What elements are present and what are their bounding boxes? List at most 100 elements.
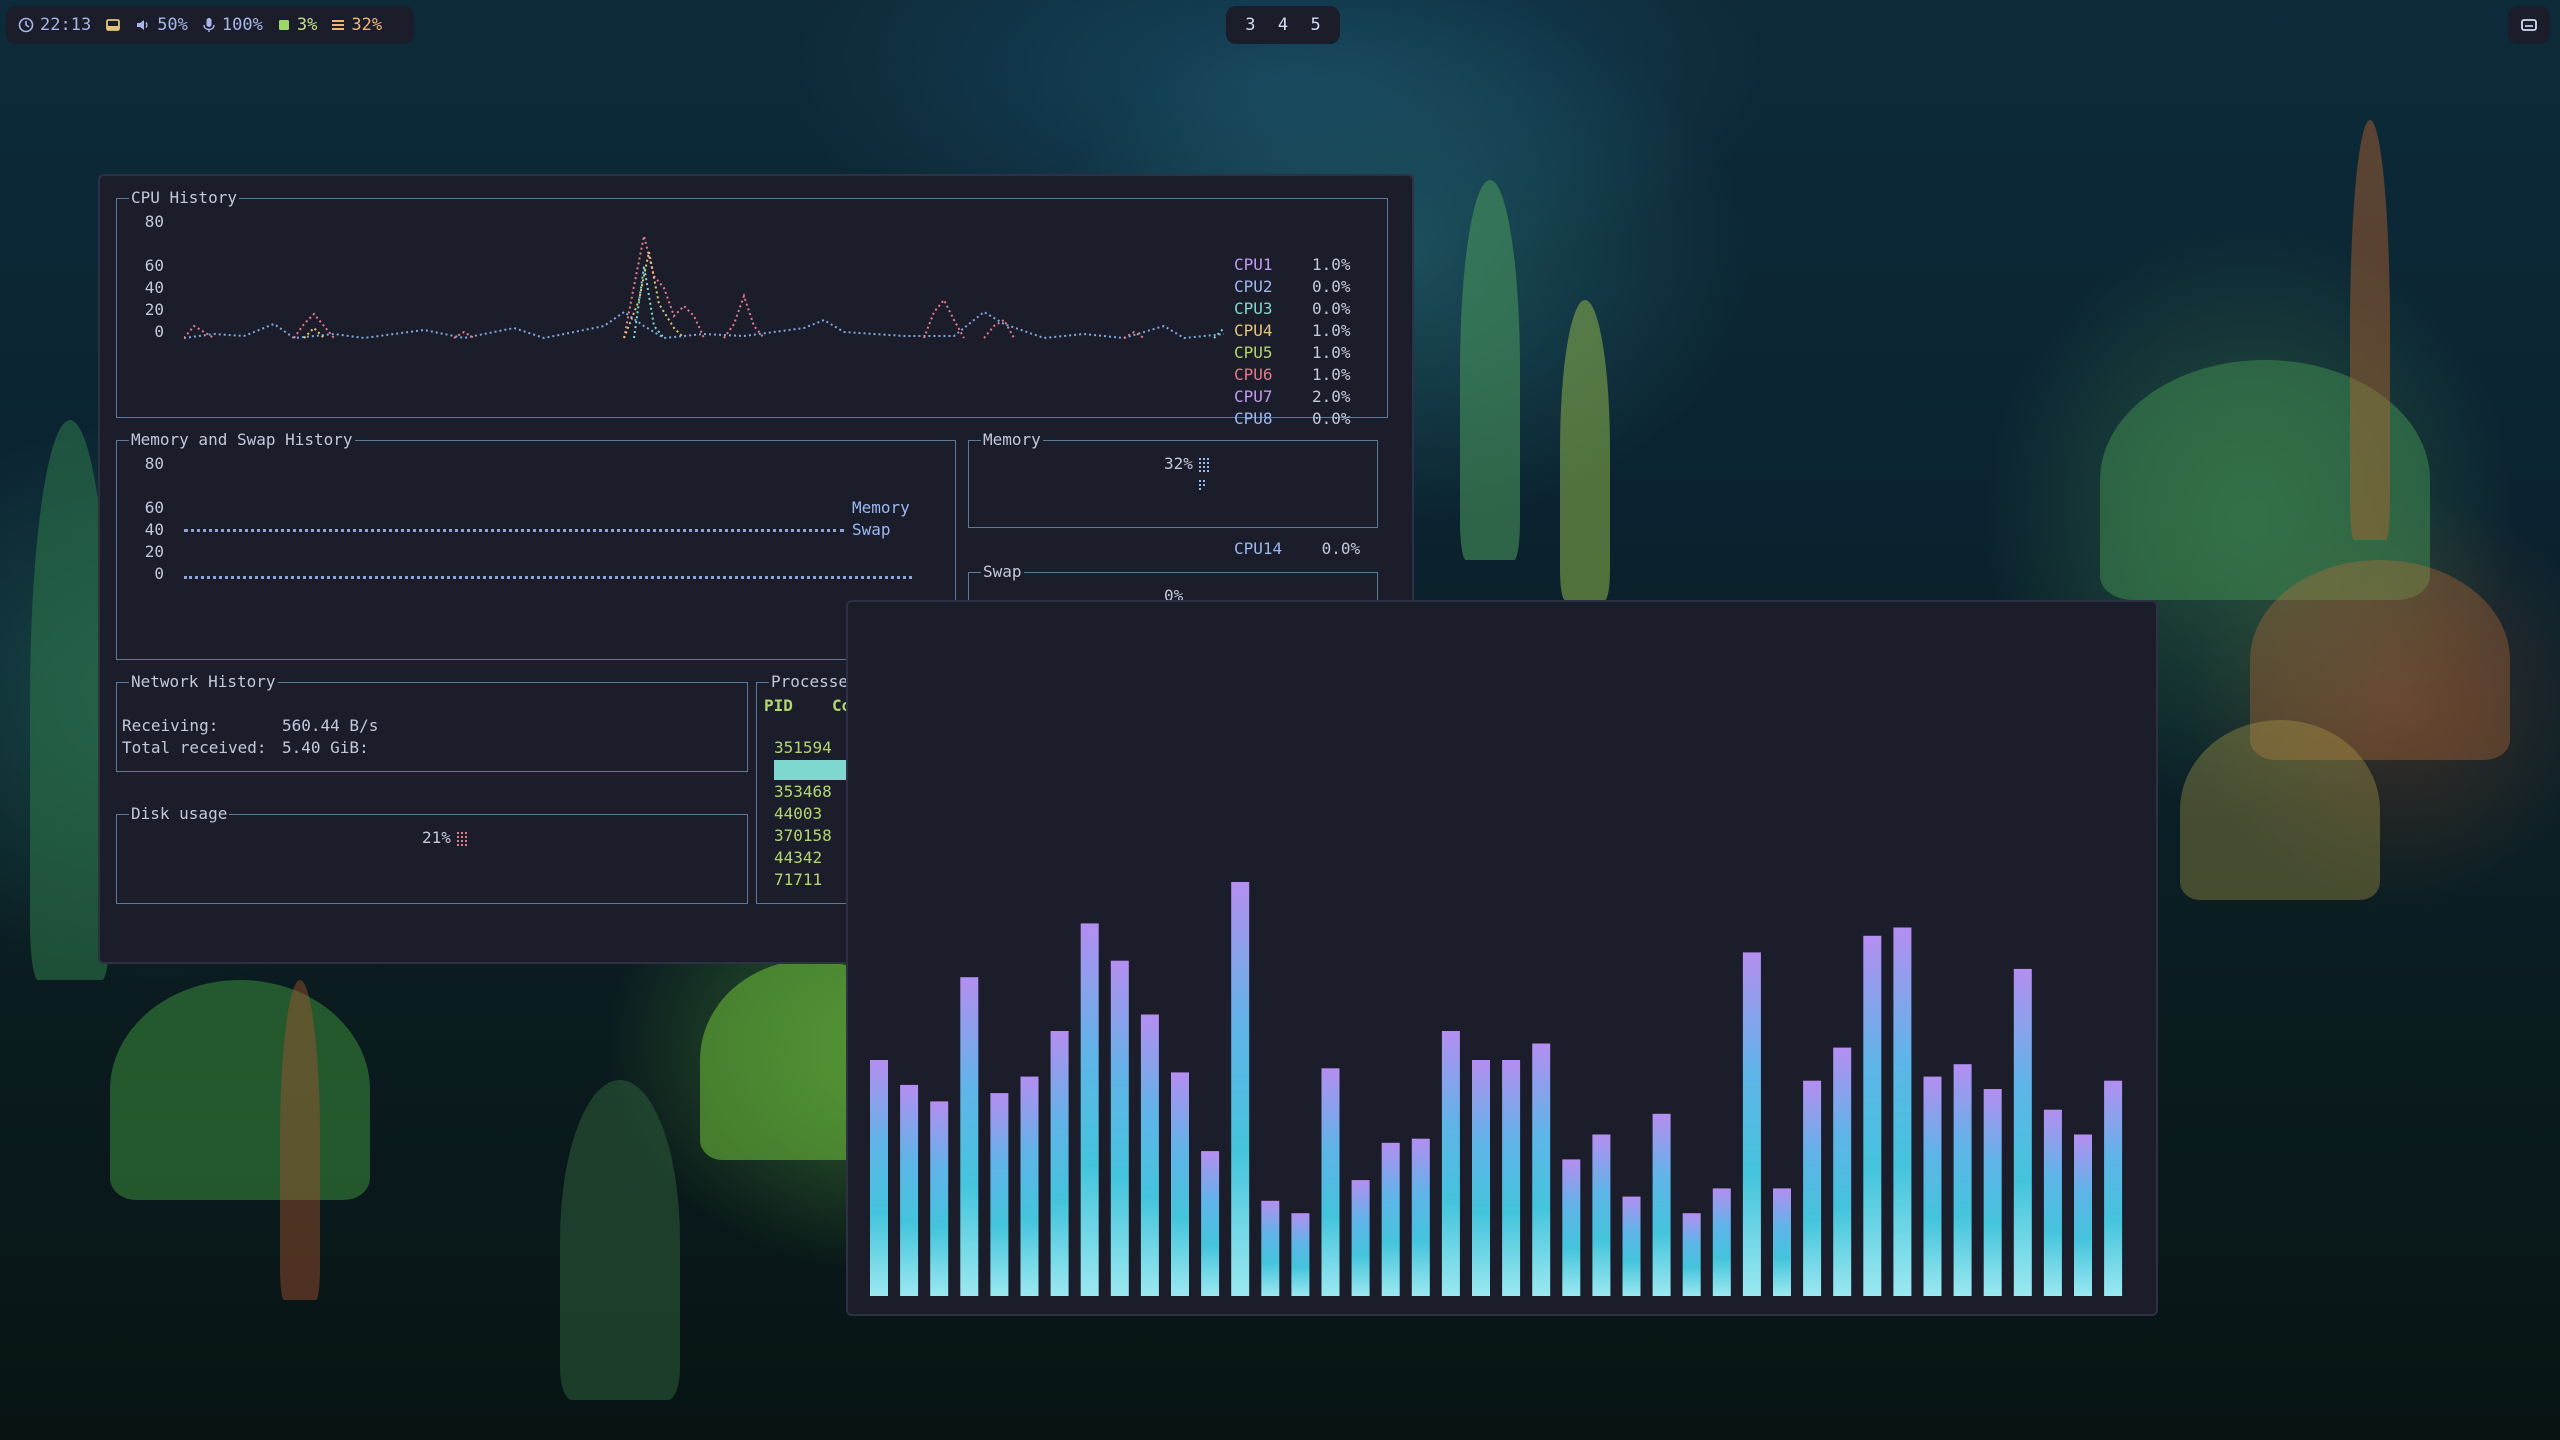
cpu-core-name: CPU14: [1234, 539, 1283, 558]
volume-widget[interactable]: 50%: [135, 15, 188, 35]
audio-visualizer-window[interactable]: [846, 600, 2158, 1316]
visualizer-bar: [1592, 1134, 1611, 1296]
workspace-5[interactable]: 5: [1311, 15, 1321, 35]
visualizer-bar: [1682, 1213, 1701, 1296]
status-bar: 22:13 50% 100% 3% 32%: [6, 6, 414, 44]
memory-text: 32%: [351, 15, 383, 35]
swap-history-line: [184, 576, 912, 579]
cpu-core-row: CPU8 0.0%: [1234, 408, 1351, 430]
disk-title: Disk usage: [129, 804, 230, 824]
visualizer-bar: [1652, 1113, 1671, 1296]
cpu-core-value: 1.0%: [1312, 365, 1351, 384]
visualizer-bar: [960, 977, 979, 1296]
memory-history-title: Memory and Swap History: [129, 430, 355, 450]
process-row[interactable]: 353468: [774, 782, 832, 801]
cpu-y-label: 0: [154, 322, 164, 341]
cpu-core-row: CPU4 1.0%: [1234, 320, 1351, 342]
visualizer-bar: [1381, 1142, 1400, 1296]
visualizer-bar: [1140, 1014, 1159, 1296]
cpu-chip-icon: [278, 20, 289, 30]
cpu-core-row: CPU7 2.0%: [1234, 386, 1351, 408]
visualizer-bar: [1773, 1188, 1791, 1296]
cpu-core-row: CPU3 0.0%: [1234, 298, 1351, 320]
visualizer-bar: [1411, 1138, 1430, 1296]
network-receiving-label: Receiving:: [122, 716, 219, 735]
visualizer-bar: [1502, 1060, 1521, 1296]
visualizer-bar: [1863, 935, 1882, 1296]
cpu-text: 3%: [296, 15, 318, 35]
tray-button[interactable]: [2508, 6, 2550, 44]
window-list-icon: [2521, 19, 2537, 31]
visualizer-bar: [1532, 1043, 1551, 1296]
cpu-core-row: CPU2 0.0%: [1234, 276, 1351, 298]
visualizer-bar: [1953, 1064, 1972, 1296]
workspace-4[interactable]: 4: [1278, 15, 1288, 35]
visualizer-bar: [1110, 960, 1129, 1296]
visualizer-bar: [1833, 1047, 1852, 1296]
cpu-widget[interactable]: 3%: [277, 15, 317, 35]
visualizer-bar: [1983, 1089, 2002, 1296]
mem-y-label: 40: [144, 520, 164, 539]
visualizer-bar: [900, 1084, 919, 1296]
network-receiving-value: 560.44 B/s: [282, 716, 379, 735]
mem-y-label: 0: [154, 564, 164, 583]
swap-title: Swap: [981, 562, 1024, 582]
visualizer-bar: [2043, 1109, 2062, 1296]
visualizer-bar: [1351, 1180, 1370, 1296]
cpu-core-value: 0.0%: [1312, 409, 1351, 428]
memory-legend: Memory: [852, 498, 910, 517]
visualizer-bar: [1622, 1196, 1641, 1296]
cpu-core-name: CPU4: [1234, 321, 1273, 340]
process-row[interactable]: 44342: [774, 848, 822, 867]
visualizer-bar: [1171, 1072, 1189, 1296]
network-total-label: Total received:: [122, 738, 267, 757]
visualizer-bar: [1712, 1188, 1731, 1296]
memory-bar-glyph: [1199, 458, 1209, 492]
visualizer-bar: [1080, 923, 1099, 1296]
cpu-history-title: CPU History: [129, 188, 239, 208]
visualizer-bar: [2013, 968, 2032, 1296]
visualizer-bar: [1923, 1076, 1942, 1296]
clock-widget[interactable]: 22:13: [18, 15, 91, 35]
process-row[interactable]: 370158: [774, 826, 832, 845]
visualizer-bar: [870, 1060, 888, 1296]
cpu-core-row: CPU1 1.0%: [1234, 254, 1351, 276]
visualizer-bar: [1261, 1200, 1280, 1296]
cpu-core-value: 0.0%: [1321, 539, 1361, 558]
visualizer-bar: [2074, 1134, 2092, 1296]
cpu-core-value: 0.0%: [1312, 299, 1351, 318]
cpu-core-value: 1.0%: [1312, 343, 1351, 362]
pid-column-header[interactable]: PID: [764, 696, 793, 715]
visualizer-bar: [1050, 1031, 1069, 1296]
process-row[interactable]: 44003: [774, 804, 822, 823]
visualizer-bar: [1893, 927, 1912, 1296]
cpu-core-name: CPU5: [1234, 343, 1273, 362]
cpu-y-label: 40: [144, 278, 164, 297]
mic-widget[interactable]: 100%: [202, 15, 263, 35]
cpu-core-value: 1.0%: [1312, 321, 1351, 340]
volume-text: 50%: [157, 15, 188, 35]
visualizer-bar: [930, 1101, 949, 1296]
visualizer-bar: [1441, 1031, 1460, 1296]
process-row[interactable]: 351594: [774, 738, 832, 757]
process-row[interactable]: 71711: [774, 870, 822, 889]
visualizer-bar: [1020, 1076, 1039, 1296]
cpu-core-row: CPU6 1.0%: [1234, 364, 1351, 386]
memory-history-panel: Memory and Swap History: [116, 430, 956, 660]
cpu-core-row: CPU5 1.0%: [1234, 342, 1351, 364]
visualizer-bar: [1562, 1159, 1581, 1296]
memory-widget[interactable]: 32%: [331, 15, 382, 35]
mem-y-label: 80: [144, 454, 164, 473]
cpu-history-graph: [184, 235, 1224, 340]
visualizer-bar: [1231, 882, 1250, 1296]
memory-title: Memory: [981, 430, 1043, 450]
visualizer-bar: [1472, 1060, 1490, 1296]
mem-y-label: 20: [144, 542, 164, 561]
cpu-core-value: 1.0%: [1312, 255, 1351, 274]
workspace-3[interactable]: 3: [1245, 15, 1255, 35]
clock-icon: [18, 17, 34, 33]
visualizer-bar: [2104, 1080, 2123, 1296]
window-widget[interactable]: [105, 17, 121, 33]
cpu-y-label: 80: [144, 212, 164, 231]
visualizer-bar: [1201, 1151, 1220, 1296]
